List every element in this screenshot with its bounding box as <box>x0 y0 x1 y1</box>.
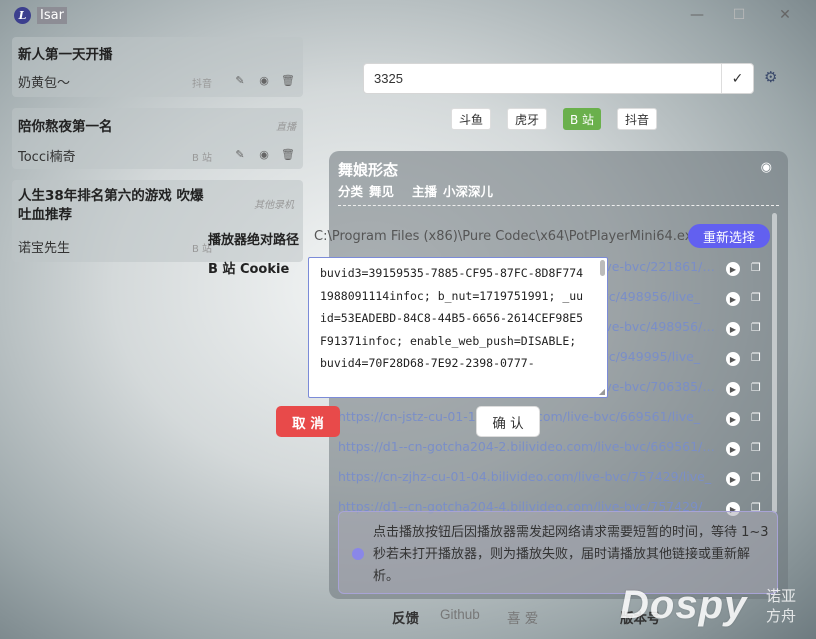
copy-icon[interactable]: ❐ <box>751 411 761 424</box>
maximize-button[interactable]: ☐ <box>728 4 750 26</box>
room-detail-title: 舞娘形态 <box>338 161 399 179</box>
room-card[interactable]: 人生38年排名第六的游戏 吹爆 吐血推荐 其他录机 诺宝先生 B 站 <box>12 180 303 262</box>
cookie-text[interactable]: buvid3=39159535-7885-CF95-87FC-8D8F77419… <box>320 262 590 394</box>
cancel-button[interactable]: 取 消 <box>276 406 340 437</box>
dospy-watermark: Dospy <box>620 583 748 627</box>
room-card[interactable]: 陪你熬夜第一名 直播 Tocci楠奇 B 站 ✎ ◉ 🗑 <box>12 108 303 169</box>
room-actions: ✎ ◉ 🗑 <box>233 74 295 87</box>
close-button[interactable]: ✕ <box>774 4 796 26</box>
cookie-label: B 站 Cookie <box>208 262 290 277</box>
reselect-player-button[interactable]: 重新选择 <box>688 224 770 248</box>
confirm-button[interactable]: 确 认 <box>476 406 540 437</box>
trash-icon[interactable]: 🗑 <box>281 74 295 87</box>
play-icon[interactable]: ▶ <box>726 442 740 456</box>
minimize-button[interactable]: — <box>686 4 708 26</box>
room-title: 人生38年排名第六的游戏 吹爆 吐血推荐 <box>18 188 204 223</box>
settings-icon[interactable]: ⚙ <box>764 68 777 86</box>
watermark-line1: 诺亚 <box>766 587 797 605</box>
info-icon <box>352 548 364 560</box>
room-status: 直播 <box>276 122 296 133</box>
copy-icon[interactable]: ❐ <box>751 471 761 484</box>
category-label: 分类 <box>338 184 364 199</box>
trash-icon[interactable]: 🗑 <box>281 148 295 161</box>
watermark-line2: 方舟 <box>766 607 797 625</box>
notice-box: 点击播放按钮后因播放器需发起网络请求需要短暂的时间，等待 1~3 秒若未打开播放… <box>338 511 778 594</box>
room-title: 新人第一天开播 <box>18 47 113 63</box>
host-value: 小深深儿 <box>443 184 494 199</box>
play-icon[interactable]: ▶ <box>726 382 740 396</box>
divider <box>338 205 779 206</box>
room-host: 奶黄包～ <box>18 76 71 91</box>
play-icon[interactable]: ▶ <box>726 472 740 486</box>
app-title: Isar <box>37 7 67 24</box>
copy-icon[interactable]: ❐ <box>751 261 761 274</box>
chrome-icon[interactable]: ◉ <box>257 74 271 87</box>
host-label: 主播 <box>412 184 438 199</box>
resize-handle-icon[interactable]: ◢ <box>599 387 605 396</box>
copy-icon[interactable]: ❐ <box>751 351 761 364</box>
check-icon[interactable]: ✓ <box>721 64 753 93</box>
github-link[interactable]: Github <box>440 607 480 622</box>
stream-link-row: https://cn-zjhz-cu-01-04.bilivideo.com/l… <box>338 469 778 489</box>
platform-huya-button[interactable]: 虎牙 <box>507 108 547 130</box>
play-icon[interactable]: ▶ <box>726 412 740 426</box>
search-box: ✓ <box>363 63 754 94</box>
stream-link-row: https://d1--cn-gotcha204-2.bilivideo.com… <box>338 439 778 459</box>
room-title: 陪你熬夜第一名 <box>18 119 113 135</box>
play-icon[interactable]: ▶ <box>726 292 740 306</box>
play-icon[interactable]: ▶ <box>726 262 740 276</box>
room-platform: 抖音 <box>192 79 212 90</box>
platform-bilibili-button[interactable]: B 站 <box>563 108 601 130</box>
app-logo-icon: L <box>14 7 31 24</box>
platform-douyin-button[interactable]: 抖音 <box>617 108 657 130</box>
title-bar: L Isar — ☐ ✕ <box>0 0 816 30</box>
donate-link[interactable]: 喜 爱 <box>507 607 538 627</box>
stream-link[interactable]: https://d1--cn-gotcha204-2.bilivideo.com… <box>338 439 716 454</box>
category-value: 舞见 <box>369 184 395 199</box>
room-actions: ✎ ◉ 🗑 <box>233 148 295 161</box>
stream-link-row: https://cn-jstz-cu-01-1.bilivideo.com/li… <box>338 409 778 429</box>
links-scrollbar[interactable] <box>772 213 777 513</box>
copy-icon[interactable]: ❐ <box>751 291 761 304</box>
room-detail-meta: 分类 舞见 主播 小深深儿 <box>338 181 493 200</box>
notice-text: 点击播放按钮后因播放器需发起网络请求需要短暂的时间，等待 1~3 秒若未打开播放… <box>373 525 769 584</box>
watermark-cn: 诺亚 方舟 <box>766 586 796 626</box>
play-icon[interactable]: ▶ <box>726 352 740 366</box>
cookie-textarea[interactable]: buvid3=39159535-7885-CF95-87FC-8D8F77419… <box>308 257 608 398</box>
cookie-scrollbar[interactable] <box>600 260 605 276</box>
copy-icon[interactable]: ❐ <box>751 381 761 394</box>
player-path-value: C:\Program Files (x86)\Pure Codec\x64\Po… <box>314 229 700 244</box>
chrome-icon[interactable]: ◉ <box>257 148 271 161</box>
room-id-input[interactable] <box>364 64 722 93</box>
feedback-link[interactable]: 反馈 <box>392 607 419 627</box>
chrome-icon[interactable]: ◉ <box>761 160 772 175</box>
platform-douyu-button[interactable]: 斗鱼 <box>451 108 491 130</box>
room-status: 其他录机 <box>254 200 294 211</box>
room-host: 诺宝先生 <box>18 241 71 256</box>
room-host: Tocci楠奇 <box>18 150 76 165</box>
room-platform: B 站 <box>192 153 213 164</box>
copy-icon[interactable]: ❐ <box>751 441 761 454</box>
copy-icon[interactable]: ❐ <box>751 321 761 334</box>
stream-link[interactable]: https://cn-zjhz-cu-01-04.bilivideo.com/l… <box>338 469 716 484</box>
pin-icon[interactable]: ✎ <box>233 148 247 161</box>
pin-icon[interactable]: ✎ <box>233 74 247 87</box>
player-path-label: 播放器绝对路径 <box>208 233 300 248</box>
room-card[interactable]: 新人第一天开播 奶黄包～ 抖音 ✎ ◉ 🗑 <box>12 37 303 97</box>
play-icon[interactable]: ▶ <box>726 322 740 336</box>
